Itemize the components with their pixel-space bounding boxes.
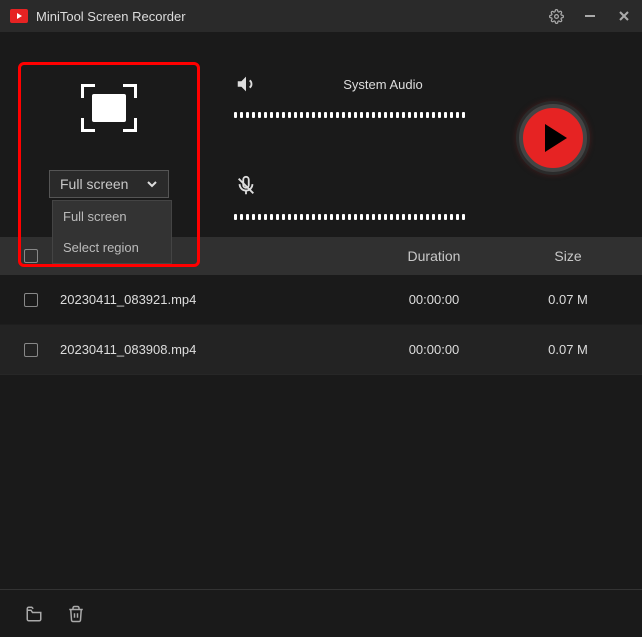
row-duration: 00:00:00 xyxy=(364,292,504,307)
mic-toggle[interactable] xyxy=(234,174,258,198)
close-icon xyxy=(618,10,630,22)
audio-block: System Audio xyxy=(194,52,488,223)
record-button[interactable] xyxy=(519,104,587,172)
system-audio-level xyxy=(234,112,469,118)
dropdown-option-full-screen[interactable]: Full screen xyxy=(53,201,171,232)
dropdown-option-select-region[interactable]: Select region xyxy=(53,232,171,263)
minimize-button[interactable] xyxy=(582,8,598,24)
top-panel: Full screen Full screen Select region Sy… xyxy=(0,32,642,237)
mic-level xyxy=(234,214,469,220)
minimize-icon xyxy=(584,10,596,22)
open-folder-button[interactable] xyxy=(24,604,44,624)
app-title: MiniTool Screen Recorder xyxy=(36,9,548,24)
system-audio-label: System Audio xyxy=(278,77,488,92)
region-dropdown-menu: Full screen Select region xyxy=(52,200,172,264)
footer xyxy=(0,589,642,637)
row-filename: 20230411_083908.mp4 xyxy=(52,342,350,357)
trash-icon xyxy=(67,605,85,623)
table-body: 20230411_083921.mp4 00:00:00 0.07 M 2023… xyxy=(0,275,642,589)
speaker-icon xyxy=(235,73,257,95)
table-row[interactable]: 20230411_083921.mp4 00:00:00 0.07 M xyxy=(0,275,642,325)
header-size: Size xyxy=(518,248,618,264)
settings-button[interactable] xyxy=(548,8,564,24)
row-size: 0.07 M xyxy=(518,342,618,357)
system-audio-toggle[interactable] xyxy=(234,72,258,96)
capture-region-icon[interactable] xyxy=(81,84,137,132)
row-duration: 00:00:00 xyxy=(364,342,504,357)
titlebar: MiniTool Screen Recorder xyxy=(0,0,642,32)
row-filename: 20230411_083921.mp4 xyxy=(52,292,350,307)
row-checkbox[interactable] xyxy=(24,343,38,357)
close-button[interactable] xyxy=(616,8,632,24)
mic-off-icon xyxy=(235,175,257,197)
gear-icon xyxy=(549,9,564,24)
folder-icon xyxy=(25,605,43,623)
row-size: 0.07 M xyxy=(518,292,618,307)
chevron-down-icon xyxy=(146,178,158,190)
app-logo-icon xyxy=(10,9,28,23)
header-duration: Duration xyxy=(364,248,504,264)
record-block xyxy=(488,52,618,223)
select-all-checkbox[interactable] xyxy=(24,249,38,263)
table-row[interactable]: 20230411_083908.mp4 00:00:00 0.07 M xyxy=(0,325,642,375)
region-block: Full screen Full screen Select region xyxy=(24,52,194,223)
region-dropdown[interactable]: Full screen xyxy=(49,170,169,198)
row-checkbox[interactable] xyxy=(24,293,38,307)
region-dropdown-label: Full screen xyxy=(60,176,128,192)
delete-button[interactable] xyxy=(66,604,86,624)
